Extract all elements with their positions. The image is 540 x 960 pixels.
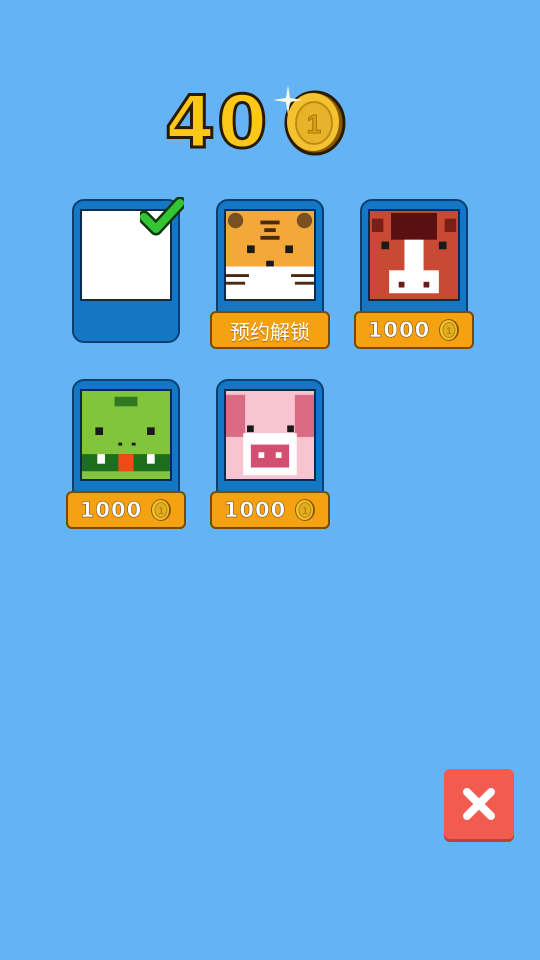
coin-icon: 1 <box>151 499 172 521</box>
reserve-unlock-label: 预约解锁 <box>230 319 310 344</box>
skin-card-crocodile[interactable]: 1000 1 <box>66 379 186 529</box>
coin-counter: 40 1 <box>163 80 347 164</box>
svg-text:1: 1 <box>446 326 452 337</box>
skin-card-tiger[interactable]: 预约解锁 <box>210 199 330 349</box>
coin-icon: 1 <box>439 319 460 341</box>
buy-bull-button[interactable]: 1000 1 <box>354 311 474 349</box>
skin-card-pig[interactable]: 1000 1 <box>210 379 330 529</box>
close-icon <box>463 788 495 820</box>
price-label: 1000 <box>367 318 431 343</box>
price-label: 1000 <box>223 498 287 523</box>
coin-count: 40 <box>163 80 270 164</box>
reserve-unlock-button[interactable]: 预约解锁 <box>210 311 330 349</box>
svg-text:1: 1 <box>158 506 164 517</box>
svg-text:1: 1 <box>307 109 321 139</box>
sparkle-icon <box>273 85 304 115</box>
coin-icon: 1 <box>295 499 316 521</box>
skin-preview-tiger <box>224 209 316 301</box>
skin-card-bull[interactable]: 1000 1 <box>354 199 474 349</box>
skin-preview-crocodile <box>80 389 172 481</box>
skin-preview-pig <box>224 389 316 481</box>
coin-icon: 1 <box>273 85 347 157</box>
buy-crocodile-button[interactable]: 1000 1 <box>66 491 186 529</box>
buy-pig-button[interactable]: 1000 1 <box>210 491 330 529</box>
close-button[interactable] <box>444 769 514 839</box>
skin-preview-bull <box>368 209 460 301</box>
check-icon <box>140 197 184 236</box>
skin-card-blank[interactable] <box>72 197 184 343</box>
svg-text:1: 1 <box>302 506 308 517</box>
price-label: 1000 <box>79 498 143 523</box>
